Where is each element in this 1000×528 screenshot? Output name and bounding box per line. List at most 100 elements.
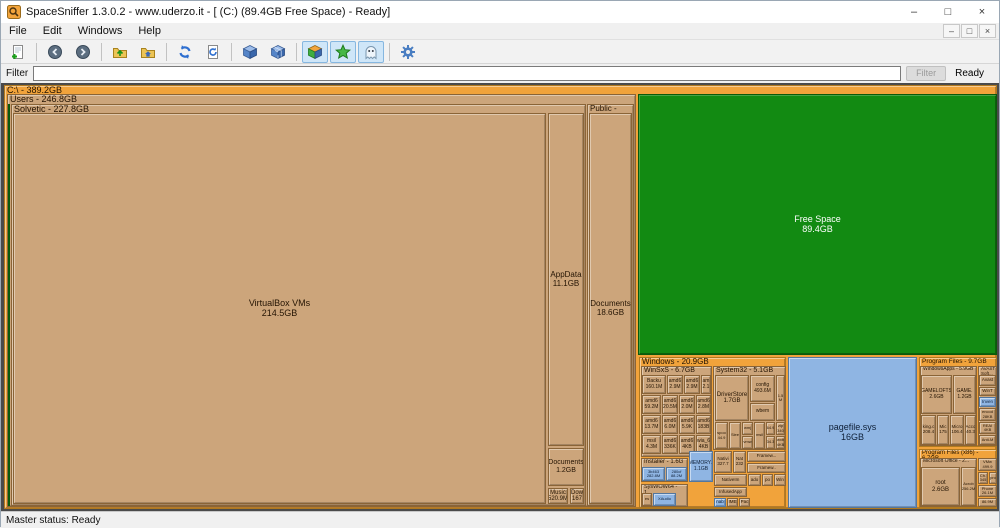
treemap-block-chrome[interactable]: Ch. 345 [978, 472, 988, 484]
treemap-block-micro[interactable]: Micro 106.4 [950, 415, 964, 445]
treemap-block-wbem[interactable]: wbem [750, 403, 775, 421]
treemap-block-ime[interactable]: IME [727, 498, 738, 507]
options-button[interactable] [395, 41, 421, 63]
forward-button[interactable] [70, 41, 96, 63]
treemap-block-xaudio[interactable]: XAudio [653, 493, 676, 506]
treemap-block-winsxs-amd64-6[interactable]: amd6 2.0M [679, 395, 695, 414]
treemap-block-root[interactable]: root 2.6GB [921, 467, 960, 506]
treemap-block-por[interactable]: po [762, 474, 773, 486]
treemap-block-native-1[interactable]: Nativi 327.7 [714, 451, 732, 473]
treemap-block-pac[interactable]: Pac [739, 498, 750, 507]
less-detail-cube-icon [242, 44, 258, 60]
treemap-block-wint[interactable]: WinT [979, 387, 996, 396]
treemap-block-music[interactable]: Music 520.9M [548, 488, 568, 504]
window-title: SpaceSniffer 1.3.0.2 - www.uderzo.it - [… [26, 6, 391, 18]
treemap-block-winsxs-backup[interactable]: Backu 160.1M [642, 375, 666, 394]
treemap-block-winsxs-amd64-8[interactable]: amd6 13.7M [642, 415, 661, 434]
treemap-block-ado[interactable]: ado [748, 474, 761, 486]
treemap-block-winsxs-amd64-10[interactable]: amd6 5.9K [679, 415, 695, 434]
home-button[interactable] [135, 41, 161, 63]
treemap-block-virtualbox-vms[interactable]: VirtualBox VMs 214.5GB [13, 113, 546, 504]
treemap-block-win-misc[interactable]: Win [774, 474, 786, 486]
treemap-block-spool[interactable]: spoo 44.9 [715, 422, 728, 449]
treemap-block-winsxs-amd64-11[interactable]: amd6 183B [696, 415, 711, 434]
filter-button[interactable]: Filter [906, 66, 947, 81]
parent-folder-button[interactable] [107, 41, 133, 63]
treemap-block-winsxs-msil[interactable]: msil 4.3M [642, 435, 661, 454]
treemap-block-phone[interactable]: Phone 26.1M [978, 485, 997, 497]
back-button[interactable] [42, 41, 68, 63]
treemap-block-framework-1[interactable]: Framew... [747, 451, 786, 462]
close-button[interactable]: × [965, 1, 999, 23]
treemap-block-sys32-side[interactable]: 1.5 M [776, 375, 785, 421]
menu-edit[interactable]: Edit [35, 23, 70, 39]
treemap-block-king[interactable]: king.c 208.4 [921, 415, 936, 445]
treemap-block-appdata[interactable]: AppData 11.1GB [548, 113, 584, 446]
mdi-close-button[interactable]: × [979, 24, 996, 38]
treemap-block-prog[interactable]: pro [989, 472, 997, 484]
treemap-block-winsxs-amd64-4[interactable]: amd6 59.2M [642, 395, 661, 414]
treemap-block-game[interactable]: GAME. 1.2GB [953, 375, 976, 414]
treemap-block-anti[interactable]: Anti-M [979, 435, 996, 445]
treemap-block-nativeimages[interactable]: NativeIm [714, 474, 747, 486]
treemap-block-acrobat[interactable]: Acrob 256.2M [961, 467, 976, 506]
treemap-block-config[interactable]: config 493.6M [750, 375, 775, 402]
treemap-block-avast[interactable]: Avast [979, 375, 996, 386]
treemap-block-mic[interactable]: Mic 175 [937, 415, 949, 445]
treemap-block-wins-649[interactable]: 64.9 [766, 422, 775, 435]
more-detail-button[interactable] [265, 41, 291, 63]
treemap-block-installer-file-1[interactable]: 3b463 282.8M [642, 467, 665, 481]
show-filtered-button[interactable] [330, 40, 356, 63]
treemap-block-documents-public[interactable]: Documents 18.6GB [589, 113, 632, 504]
treemap-block-msil2[interactable]: msil [754, 422, 765, 449]
treemap-block-acco[interactable]: Acco 40.3 [965, 415, 976, 445]
treemap-block-winsxs-amd64-12[interactable]: amd6 336K [662, 435, 678, 454]
treemap-block-infusedapps[interactable]: InfusedApp [714, 487, 747, 497]
treemap-block-reai[interactable]: REAI 4KB [979, 422, 996, 434]
filter-input[interactable] [33, 66, 902, 81]
treemap-block-zipfs[interactable]: zip 340 [776, 422, 785, 435]
treemap-block-documents-solvetic[interactable]: Documents 1.2GB [548, 448, 584, 486]
minimize-button[interactable]: – [897, 1, 931, 23]
new-scan-button[interactable] [5, 41, 31, 63]
maximize-button[interactable]: □ [931, 1, 965, 23]
treemap-block-vmware[interactable]: VMw 499.9 [978, 458, 997, 471]
treemap-block-installer-file-2[interactable]: 280cf 88.2M [666, 467, 687, 481]
treemap-block-native-2[interactable]: Nat 232 [733, 451, 746, 473]
treemap-block-users-free-sliver[interactable] [8, 104, 10, 506]
menu-file[interactable]: File [1, 23, 35, 39]
treemap-block-pagefile[interactable]: pagefile.sys 16GB [788, 357, 917, 508]
mdi-minimize-button[interactable]: – [943, 24, 960, 38]
treemap-block-framework-2[interactable]: Framew.. [747, 463, 786, 473]
less-detail-button[interactable] [237, 41, 263, 63]
treemap-block-wins-343[interactable]: 34.3 [766, 436, 775, 449]
treemap-block-gamelofts[interactable]: GAMELOFTS 2.6GB [921, 375, 952, 414]
treemap-block-encod[interactable]: encod 28KB [979, 408, 996, 421]
treemap-block-free-space[interactable]: Free Space 89.4GB [638, 94, 997, 355]
menu-help[interactable]: Help [130, 23, 169, 39]
treemap-block-inven[interactable]: Inven [979, 397, 996, 407]
treemap-block-wmi[interactable]: wmj [742, 422, 753, 435]
treemap-block-sleepstudy[interactable]: Slee [729, 422, 741, 449]
treemap-block-downloads[interactable]: Dow 167 [570, 488, 584, 504]
treemap-block-winsxs-amd64-5[interactable]: amd6 20.5M [662, 395, 678, 414]
treemap-block-wxb[interactable]: wxb 4KB [776, 436, 785, 449]
menu-windows[interactable]: Windows [70, 23, 131, 39]
treemap-block-es[interactable]: es [642, 493, 652, 506]
mdi-restore-button[interactable]: □ [961, 24, 978, 38]
treemap-block-misc-869[interactable]: 86.9M [978, 498, 997, 507]
rescan-button[interactable] [200, 41, 226, 63]
treemap-block-winsxs-amd64-3[interactable]: am 2.1 [701, 375, 711, 394]
treemap-block-memory-dmp[interactable]: MEMORY.I 1.1GB [689, 451, 713, 482]
refresh-button[interactable] [172, 41, 198, 63]
show-free-space-button[interactable] [302, 40, 328, 63]
treemap-block-nab[interactable]: nab [714, 498, 726, 507]
treemap-block-vmw[interactable]: vmw [742, 436, 753, 449]
treemap-block-winsxs-amd64-2[interactable]: amd6 2.9M [684, 375, 700, 394]
treemap-block-winsxs-amd64-1[interactable]: amd6 2.9M [667, 375, 683, 394]
parent-folder-icon [112, 44, 128, 60]
show-unknown-space-button[interactable] [358, 40, 384, 63]
treemap-block-winsxs-amd64-7[interactable]: amd6 2.8M [696, 395, 711, 414]
treemap-block-driverstore[interactable]: DriverStore 1.7GB [715, 375, 749, 421]
treemap-block-winsxs-amd64-9[interactable]: amd6 6.0M [662, 415, 678, 434]
